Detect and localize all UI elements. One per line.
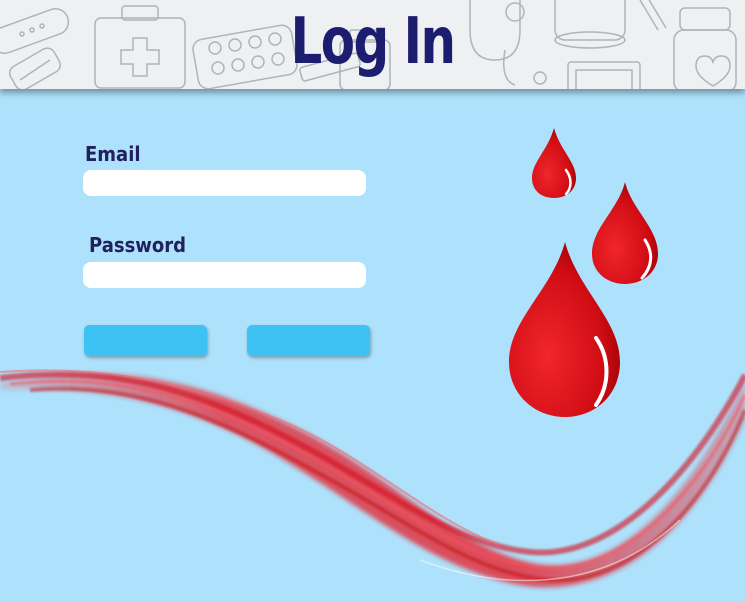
bandage-doodle — [0, 8, 70, 54]
blood-drop-medium — [592, 182, 658, 284]
login-button[interactable] — [84, 325, 207, 356]
jar-heart-doodle — [673, 7, 737, 89]
header-banner: Log In — [0, 0, 745, 89]
email-label: Email — [85, 142, 141, 166]
blood-drop-large — [509, 242, 620, 417]
blood-drop-small — [532, 128, 576, 198]
password-label: Password — [89, 233, 187, 257]
email-field[interactable] — [83, 170, 366, 196]
decorative-artwork — [0, 128, 745, 588]
password-field[interactable] — [83, 262, 366, 288]
pill-bottle-doodle — [9, 47, 61, 89]
signup-button[interactable] — [247, 325, 370, 356]
page-title: Log In — [290, 5, 457, 79]
red-wave-ribbon — [0, 369, 745, 588]
